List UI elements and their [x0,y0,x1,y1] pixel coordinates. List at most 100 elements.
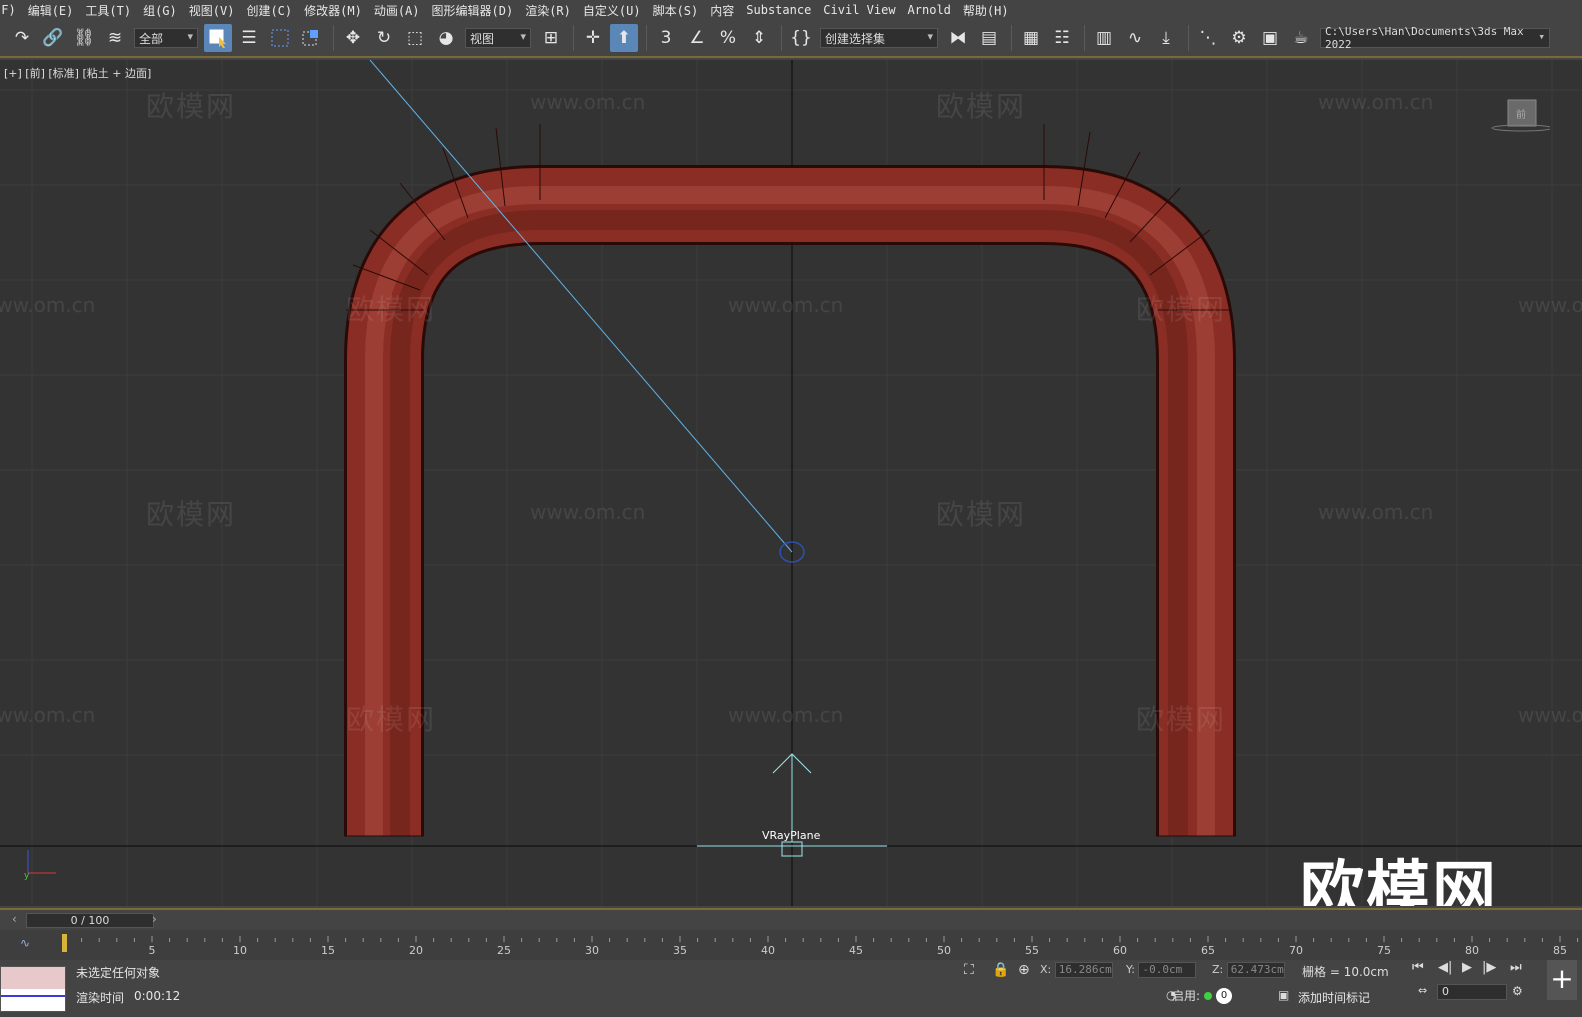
z-field[interactable]: 62.473cm [1226,962,1285,978]
next-frame-icon[interactable]: › [152,912,157,926]
viewcube[interactable]: 前 [1490,98,1553,134]
bind-space-warp-icon[interactable]: ≋ [101,24,129,52]
select-manipulate-icon[interactable]: ✛ [579,24,607,52]
select-object-button[interactable] [204,24,232,52]
current-frame-field[interactable]: 0 [1437,984,1507,1000]
axis-tripod-icon: y [24,850,56,881]
x-field[interactable]: 16.286cm [1054,962,1113,978]
mirror-icon[interactable]: ⧓ [944,24,972,52]
project-folder-dropdown[interactable]: C:\Users\Han\Documents\3ds Max 2022 [1320,25,1550,51]
rendered-frame-window-icon[interactable]: ▣ [1256,24,1284,52]
menu-item[interactable]: 自定义(U) [583,2,653,19]
placement-icon[interactable]: ◕ [432,24,460,52]
menu-item[interactable]: 修改器(M) [304,2,374,19]
watermark: www.om.cn [728,293,844,317]
ruler-tick-label: 5 [149,944,156,956]
redo-icon[interactable]: ↷ [8,24,36,52]
time-slider[interactable]: ‹ 0 / 100 › [0,908,1582,928]
watermark: www.om.cn [1518,293,1582,317]
absolute-mode-icon[interactable]: ⊕ [1018,962,1030,978]
viewport-label[interactable]: [+] [前] [标准] [粘土 + 边面] [4,65,151,81]
next-frame-button-icon[interactable]: |▶ [1482,960,1496,975]
go-to-end-icon[interactable]: ⏭ [1510,960,1522,975]
dope-sheet-icon[interactable]: ⤓ [1152,24,1180,52]
render-setup-icon[interactable]: ⚙ [1225,24,1253,52]
ribbon-toggle-icon[interactable]: ▥ [1090,24,1118,52]
current-frame-marker [62,934,67,952]
menu-item[interactable]: 内容 [710,2,746,19]
time-slider-thumb[interactable]: 0 / 100 [26,913,154,928]
unlink-icon[interactable]: ⛓ [70,24,98,52]
render-time-label: 渲染时间 [76,991,125,1005]
key-mode-icon[interactable]: ⇔ [1418,984,1427,997]
menu-item[interactable]: (F) [0,3,28,17]
pivot-center-icon[interactable]: ⊞ [537,24,565,52]
z-coordinate: Z: 62.473cm [1212,962,1285,978]
prev-frame-icon[interactable]: ‹ [12,912,17,926]
edit-named-selection-icon[interactable]: {} [787,24,815,52]
enable-status: 启用: 0 [1172,987,1233,1004]
link-icon[interactable]: 🔗 [39,24,67,52]
watermark: www.om.cn [0,293,96,317]
align-icon[interactable]: ▤ [975,24,1003,52]
mini-curve-editor-icon[interactable]: ∿ [20,936,30,950]
snaps-toggle-icon[interactable]: 3 [652,24,680,52]
play-icon[interactable]: ▶ [1462,960,1472,975]
scene-explorer-icon[interactable]: ▦ [1017,24,1045,52]
go-to-start-icon[interactable]: ⏮ [1412,960,1424,975]
named-selection-dropdown[interactable]: 创建选择集 [820,28,938,48]
curve-editor-icon[interactable]: ∿ [1121,24,1149,52]
enable-count[interactable]: 0 [1216,987,1233,1004]
isolate-selection-icon[interactable]: ⛶ [964,962,974,978]
menu-item[interactable]: Substance [746,3,823,17]
time-tag-icon[interactable]: ▣ [1278,988,1289,1002]
menu-item[interactable]: 编辑(E) [28,2,86,19]
selection-filter-dropdown[interactable]: 全部 [134,28,198,48]
percent-snap-icon[interactable]: % [714,24,742,52]
enable-label: 启用: [1172,989,1201,1003]
rectangular-selection-icon[interactable] [266,24,294,52]
menu-item[interactable]: 视图(V) [189,2,247,19]
previous-frame-icon[interactable]: ◀| [1438,960,1452,975]
ruler-tick-label: 70 [1289,944,1303,956]
menu-item[interactable]: Arnold [908,3,963,17]
scale-icon[interactable]: ⬚ [401,24,429,52]
watermark: www.om.cn [728,703,844,727]
menu-item[interactable]: 创建(C) [246,2,304,19]
y-field[interactable]: -0.0cm [1138,962,1197,978]
keyboard-shortcut-toggle-icon[interactable]: ⬆ [610,24,638,52]
front-viewport[interactable]: y [+] [前] [标准] [粘土 + 边面] 欧模网 www.om.cn 欧… [0,60,1582,906]
watermark: 欧模网 [1136,293,1227,326]
ruler-tick-label: 85 [1553,944,1567,956]
spinner-snap-icon[interactable]: ⇕ [745,24,773,52]
reference-coordinate-dropdown[interactable]: 视图 [465,28,531,48]
move-icon[interactable]: ✥ [339,24,367,52]
menu-item[interactable]: 动画(A) [374,2,432,19]
vrayplane-label: VRayPlane [762,829,821,842]
watermark: 欧模网 [146,498,237,531]
ruler-tick-label: 40 [761,944,775,956]
render-production-icon[interactable]: ☕ [1287,24,1315,52]
layer-explorer-icon[interactable]: ☷ [1048,24,1076,52]
rotate-icon[interactable]: ↻ [370,24,398,52]
select-by-name-icon[interactable]: ☰ [235,24,263,52]
menu-item[interactable]: 工具(T) [85,2,143,19]
time-configuration-icon[interactable]: ⚙ [1512,984,1523,998]
svg-text:y: y [24,871,30,881]
window-crossing-icon[interactable] [297,24,325,52]
menu-item[interactable]: 渲染(R) [525,2,583,19]
menu-item[interactable]: 组(G) [143,2,189,19]
add-time-tag[interactable]: 添加时间标记 [1298,989,1370,1006]
schematic-view-icon[interactable]: ⋱ [1194,24,1222,52]
z-label: Z: [1212,963,1224,976]
menu-item[interactable]: Civil View [823,3,907,17]
angle-snap-icon[interactable]: ∠ [683,24,711,52]
menu-item[interactable]: 脚本(S) [653,2,711,19]
menu-item[interactable]: 图形编辑器(D) [432,2,526,19]
menu-item[interactable]: 帮助(H) [963,2,1021,19]
add-key-icon[interactable]: + [1547,960,1577,1000]
track-bar[interactable]: ∿ 5 10 15 20 25 30 35 40 45 50 55 60 65 70 75 80 85 [0,930,1582,960]
track-ruler: 5 10 15 20 25 30 35 40 45 50 55 60 65 70 75 80 85 [62,934,1579,956]
maxscript-listener-mini[interactable] [0,966,66,1012]
selection-lock-icon[interactable]: 🔒 [992,962,1009,978]
